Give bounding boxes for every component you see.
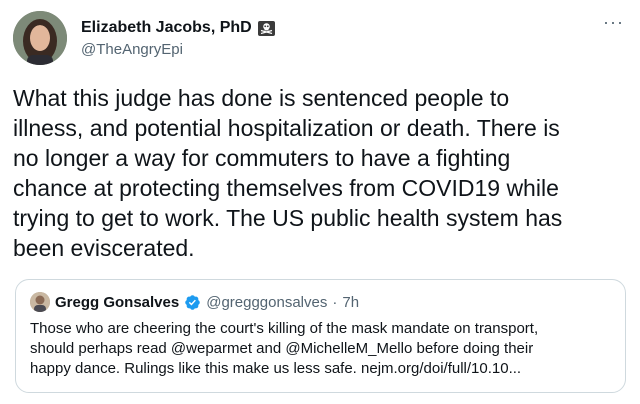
skull-crossbones-icon bbox=[257, 20, 275, 36]
quoted-tweet-timestamp[interactable]: 7h bbox=[342, 294, 359, 311]
quoted-author-handle[interactable]: @gregggonsalves bbox=[206, 294, 327, 311]
quoted-author-display-name[interactable]: Gregg Gonsalves bbox=[55, 294, 179, 311]
verified-badge-icon bbox=[184, 294, 201, 311]
author-avatar[interactable] bbox=[13, 11, 67, 65]
tweet-text: What this judge has done is sentenced pe… bbox=[13, 85, 563, 261]
quoted-tweet-text: Those who are cheering the court's killi… bbox=[30, 320, 539, 377]
author-name-row: Elizabeth Jacobs, PhD bbox=[81, 17, 275, 39]
author-avatar-image bbox=[13, 11, 67, 65]
tweet-card: Elizabeth Jacobs, PhD @TheAngryEpi ··· W… bbox=[0, 0, 640, 404]
quoted-author-avatar[interactable] bbox=[30, 292, 50, 312]
quoted-tweet-header: Gregg Gonsalves @gregggonsalves · 7h bbox=[30, 291, 611, 313]
more-options-icon[interactable]: ··· bbox=[603, 13, 624, 31]
separator-dot: · bbox=[332, 293, 338, 311]
author-display-name[interactable]: Elizabeth Jacobs, PhD bbox=[81, 19, 252, 37]
author-handle[interactable]: @TheAngryEpi bbox=[81, 41, 275, 58]
author-info: Elizabeth Jacobs, PhD @TheAngryEpi bbox=[81, 17, 275, 58]
quoted-tweet[interactable]: Gregg Gonsalves @gregggonsalves · 7h Tho… bbox=[15, 279, 626, 393]
